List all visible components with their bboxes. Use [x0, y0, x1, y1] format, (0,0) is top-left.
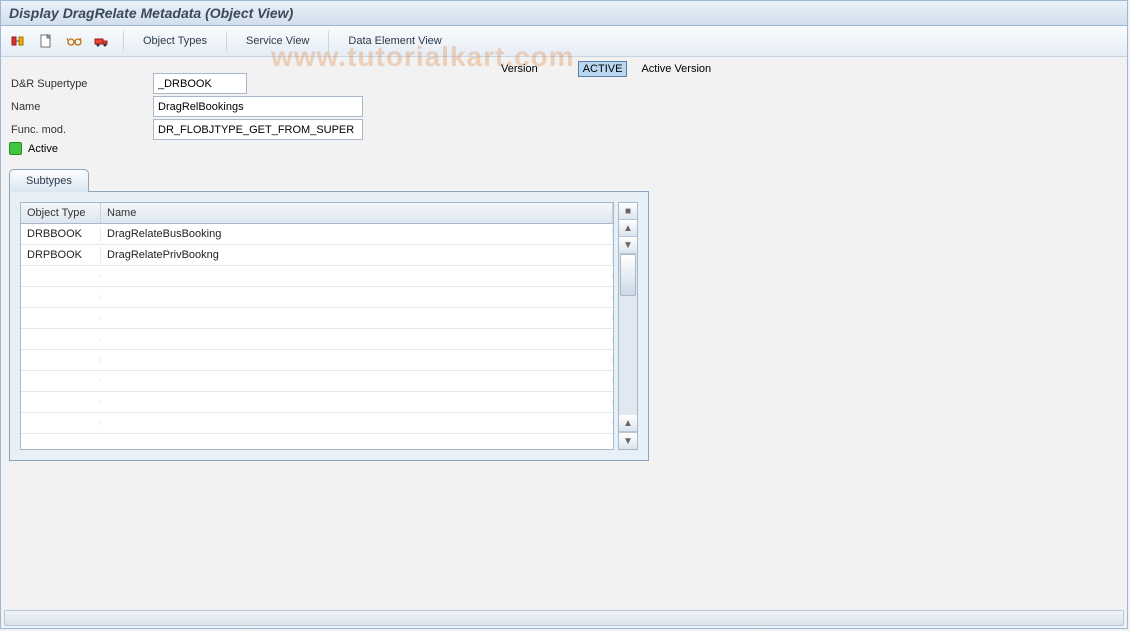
table-row[interactable] [21, 413, 613, 434]
active-label: Active [28, 143, 58, 155]
name-input[interactable] [153, 96, 363, 117]
scroll-up2-icon[interactable]: ▲ [619, 415, 637, 432]
subtypes-grid: Object Type Name DRBBOOK DragRelateBusBo… [20, 202, 614, 450]
grid-wrap: Object Type Name DRBBOOK DragRelateBusBo… [20, 202, 638, 450]
tab-panel-subtypes: Object Type Name DRBBOOK DragRelateBusBo… [9, 191, 649, 461]
table-row[interactable]: DRBBOOK DragRelateBusBooking [21, 224, 613, 245]
version-label: Version [501, 63, 538, 75]
cell-name: DragRelatePrivBookng [101, 247, 613, 263]
table-row[interactable] [21, 287, 613, 308]
name-row: Name [9, 96, 1119, 117]
table-row[interactable] [21, 392, 613, 413]
scroll-down2-icon[interactable]: ▼ [619, 432, 637, 449]
object-types-button[interactable]: Object Types [134, 31, 216, 51]
name-label: Name [9, 98, 153, 116]
scroll-thumb[interactable] [620, 254, 636, 296]
cell-type: DRBBOOK [21, 226, 101, 242]
table-row[interactable] [21, 371, 613, 392]
funcmod-input[interactable] [153, 119, 363, 140]
scroll-top-icon[interactable]: ■ [619, 203, 637, 220]
scroll-down-icon[interactable]: ▼ [619, 237, 637, 254]
cell-type: DRPBOOK [21, 247, 101, 263]
table-row[interactable]: DRPBOOK DragRelatePrivBookng [21, 245, 613, 266]
content-area: D&R Supertype Name Func. mod. Active Sub… [1, 57, 1127, 624]
supertype-label: D&R Supertype [9, 75, 153, 93]
toggle-edit-icon[interactable] [7, 30, 29, 52]
glasses-icon[interactable] [63, 30, 85, 52]
version-desc: Active Version [641, 63, 711, 75]
window-bottom-scrollbar[interactable] [4, 610, 1124, 626]
active-row: Active [9, 142, 1119, 155]
tab-strip: Subtypes Object Type Name DRBBOOK DragRe… [9, 169, 1119, 461]
funcmod-row: Func. mod. [9, 119, 1119, 140]
transport-icon[interactable] [91, 30, 113, 52]
new-doc-icon[interactable] [35, 30, 57, 52]
table-row[interactable] [21, 308, 613, 329]
supertype-input[interactable] [153, 73, 247, 94]
service-view-button[interactable]: Service View [237, 31, 318, 51]
toolbar-separator [123, 31, 124, 51]
col-header-type[interactable]: Object Type [21, 203, 101, 223]
scroll-track[interactable] [619, 254, 637, 415]
grid-body: DRBBOOK DragRelateBusBooking DRPBOOK Dra… [21, 224, 613, 449]
app-window: Display DragRelate Metadata (Object View… [0, 0, 1128, 629]
page-title: Display DragRelate Metadata (Object View… [9, 5, 293, 21]
active-status-icon [9, 142, 22, 155]
funcmod-label: Func. mod. [9, 121, 153, 139]
tab-subtypes[interactable]: Subtypes [9, 169, 89, 192]
table-row[interactable] [21, 266, 613, 287]
toolbar: Object Types Service View Data Element V… [1, 26, 1127, 57]
scroll-up-icon[interactable]: ▲ [619, 220, 637, 237]
version-block: Version ACTIVE Active Version [501, 61, 711, 77]
table-row[interactable] [21, 329, 613, 350]
toolbar-separator [226, 31, 227, 51]
grid-header: Object Type Name [21, 203, 613, 224]
toolbar-separator [328, 31, 329, 51]
title-bar: Display DragRelate Metadata (Object View… [1, 1, 1127, 26]
cell-name: DragRelateBusBooking [101, 226, 613, 242]
table-row[interactable] [21, 350, 613, 371]
grid-scrollbar[interactable]: ■ ▲ ▼ ▲ ▼ [618, 202, 638, 450]
version-value: ACTIVE [578, 61, 628, 77]
data-element-view-button[interactable]: Data Element View [339, 31, 450, 51]
col-header-name[interactable]: Name [101, 203, 613, 223]
